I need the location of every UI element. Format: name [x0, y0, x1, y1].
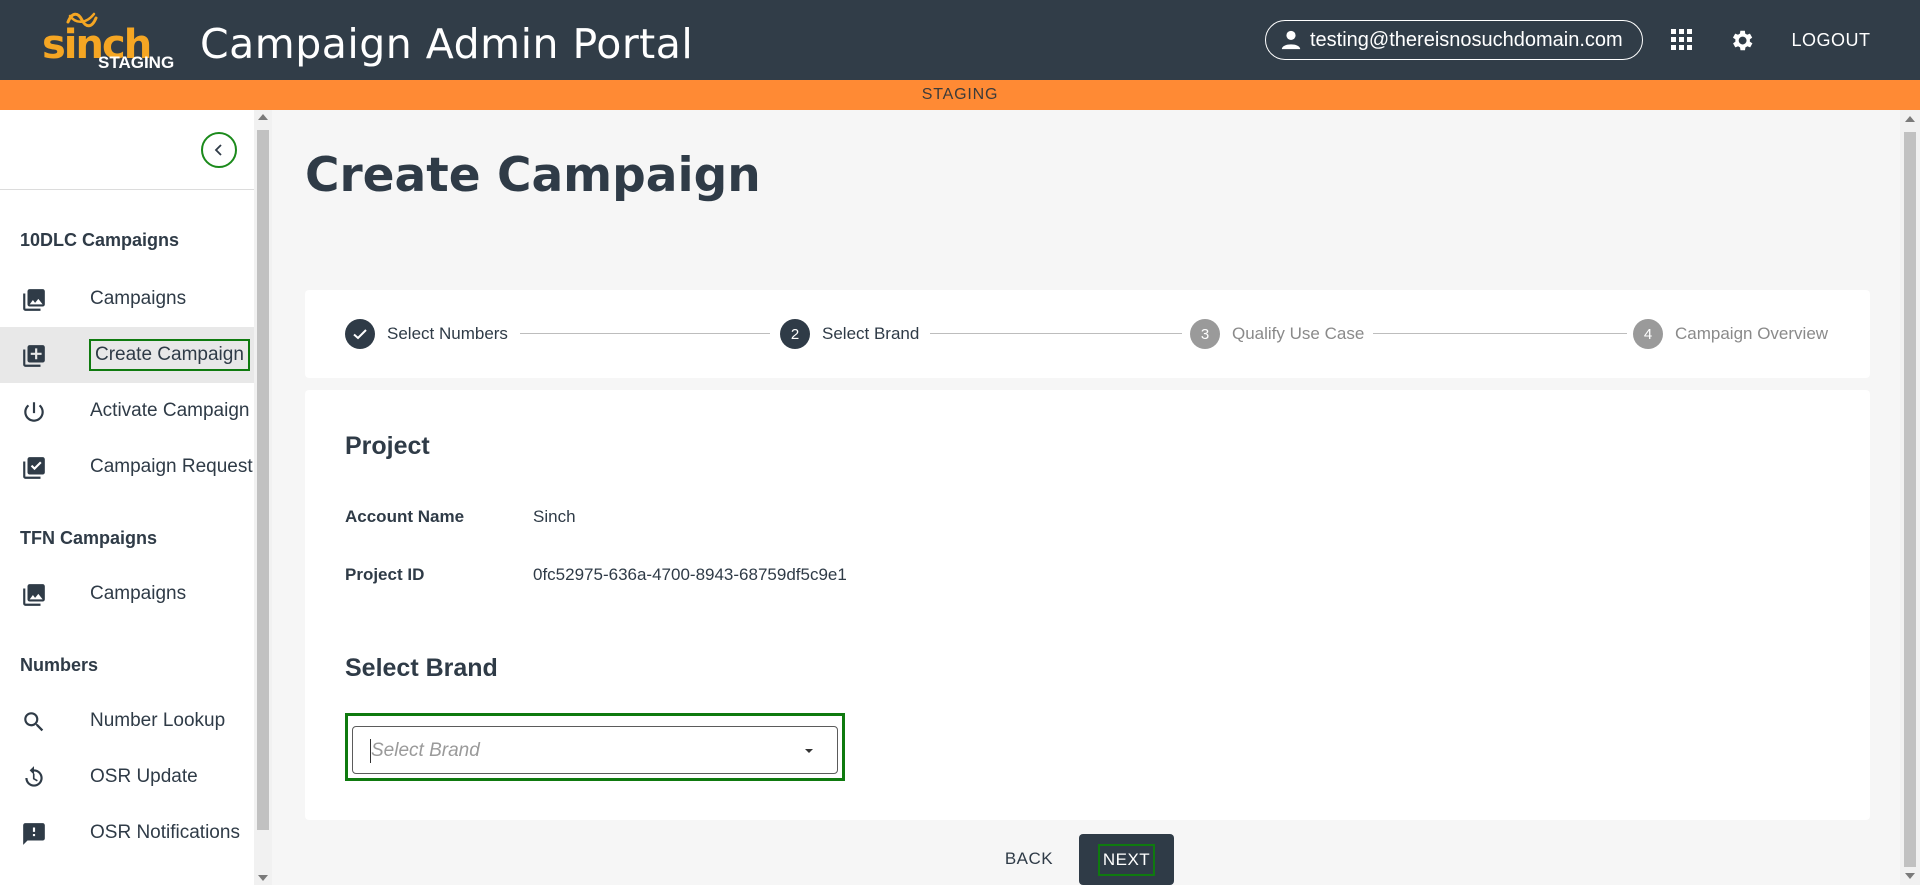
step-number: 3	[1190, 319, 1220, 349]
sidebar-item-tfn-campaigns[interactable]: Campaigns	[0, 566, 254, 622]
logout-button[interactable]: LOGOUT	[1773, 18, 1889, 62]
sidebar-item-create-campaign[interactable]: Create Campaign	[0, 327, 254, 383]
step-label: Qualify Use Case	[1232, 324, 1365, 343]
scroll-up-icon[interactable]	[1905, 116, 1915, 122]
feedback-icon	[20, 820, 48, 848]
top-bar: sinch STAGING Campaign Admin Portal test…	[0, 0, 1920, 80]
account-name-value: Sinch	[533, 507, 576, 526]
sidebar-item-10dlc-campaigns[interactable]: Campaigns	[0, 271, 254, 327]
step-connector	[520, 333, 770, 334]
step-campaign-overview: 4 Campaign Overview	[1633, 319, 1828, 349]
select-brand-dropdown[interactable]: Select Brand	[352, 726, 838, 774]
sidebar-item-osr-notifications[interactable]: OSR Notifications	[0, 805, 254, 861]
library-check-icon	[20, 454, 48, 482]
sidebar-item-label: Create Campaign	[89, 339, 250, 371]
select-brand-focus-outline: Select Brand	[345, 713, 845, 781]
user-icon	[1281, 30, 1301, 50]
photo-library-icon	[20, 581, 48, 609]
user-email: testing@thereisnosuchdomain.com	[1310, 28, 1623, 51]
environment-banner: STAGING	[0, 80, 1920, 110]
sidebar: 10DLC Campaigns Campaigns Create Campaig…	[0, 110, 254, 885]
app-title: Campaign Admin Portal	[200, 20, 694, 68]
logo-staging-badge: STAGING	[98, 53, 175, 72]
scrollbar-thumb[interactable]	[257, 130, 269, 830]
scroll-up-icon[interactable]	[258, 114, 268, 120]
next-button-label: NEXT	[1097, 843, 1156, 876]
user-account-button[interactable]: testing@thereisnosuchdomain.com	[1265, 20, 1643, 60]
scroll-down-icon[interactable]	[258, 875, 268, 881]
step-select-brand: 2 Select Brand	[780, 319, 919, 349]
back-button[interactable]: BACK	[990, 834, 1068, 884]
history-icon	[20, 764, 48, 792]
step-qualify-use-case: 3 Qualify Use Case	[1190, 319, 1364, 349]
sidebar-item-label: Campaigns	[90, 288, 187, 309]
sidebar-item-campaign-request[interactable]: Campaign Request	[0, 439, 254, 495]
project-id-value: 0fc52975-636a-4700-8943-68759df5c9e1	[533, 565, 847, 584]
select-brand-placeholder: Select Brand	[371, 740, 480, 761]
sidebar-section-numbers: Numbers	[20, 655, 99, 675]
sidebar-item-osr-update[interactable]: OSR Update	[0, 749, 254, 805]
project-section-title: Project	[345, 432, 430, 460]
step-number: 4	[1633, 319, 1663, 349]
scroll-down-icon[interactable]	[1905, 873, 1915, 879]
step-label: Select Brand	[822, 324, 920, 343]
sidebar-scrollbar[interactable]	[254, 110, 272, 885]
sidebar-section-tfn: TFN Campaigns	[20, 528, 158, 548]
sidebar-item-label: Campaigns	[90, 583, 187, 604]
select-brand-section-title: Select Brand	[345, 654, 498, 682]
create-campaign-card: Project Account Name Sinch Project ID 0f…	[305, 390, 1870, 820]
step-select-numbers: Select Numbers	[345, 319, 508, 349]
power-icon	[20, 398, 48, 426]
step-connector	[1373, 333, 1627, 334]
sidebar-item-number-lookup[interactable]: Number Lookup	[0, 693, 254, 749]
chevron-left-icon	[214, 144, 222, 156]
next-button[interactable]: NEXT	[1079, 834, 1174, 885]
dropdown-arrow-icon[interactable]	[805, 749, 813, 753]
step-label: Campaign Overview	[1675, 324, 1829, 343]
library-add-icon	[20, 342, 48, 370]
collapse-sidebar-button[interactable]	[201, 132, 237, 168]
apps-grid-icon[interactable]	[1671, 29, 1693, 51]
search-icon	[20, 708, 48, 736]
sinch-logo[interactable]: sinch STAGING	[42, 12, 182, 74]
sidebar-item-label: OSR Update	[90, 766, 198, 787]
gear-icon[interactable]	[1728, 27, 1755, 54]
sidebar-item-activate-campaign[interactable]: Activate Campaign	[0, 383, 254, 439]
photo-library-icon	[20, 286, 48, 314]
step-connector	[930, 333, 1182, 334]
sidebar-item-label: Activate Campaign	[90, 400, 250, 421]
step-number: 2	[780, 319, 810, 349]
sidebar-item-label: Number Lookup	[90, 710, 226, 731]
main-scrollbar[interactable]	[1900, 110, 1920, 885]
project-id-label: Project ID	[345, 565, 425, 584]
sidebar-item-label: OSR Notifications	[90, 822, 240, 843]
scrollbar-thumb[interactable]	[1904, 132, 1916, 867]
sidebar-item-label: Campaign Request	[90, 456, 253, 477]
page-title: Create Campaign	[305, 148, 761, 203]
sidebar-section-10dlc: 10DLC Campaigns	[20, 230, 180, 250]
step-completed-check-icon	[345, 319, 375, 349]
sidebar-divider	[0, 189, 254, 190]
account-name-label: Account Name	[345, 507, 465, 526]
campaign-stepper: Select Numbers 2 Select Brand 3 Qualify …	[305, 290, 1870, 378]
step-label: Select Numbers	[387, 324, 508, 343]
